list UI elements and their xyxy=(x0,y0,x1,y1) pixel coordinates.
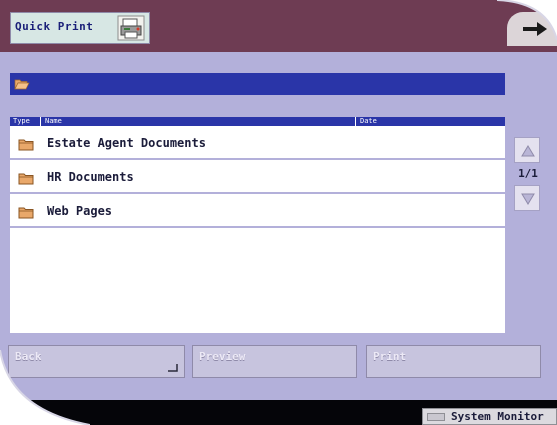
list-item[interactable]: Web Pages xyxy=(10,195,505,228)
column-header-type[interactable]: Type xyxy=(13,117,30,126)
column-header-date[interactable]: Date xyxy=(360,117,377,126)
folder-open-icon xyxy=(14,79,30,90)
column-separator xyxy=(355,117,356,126)
page-indicator: 1/1 xyxy=(518,167,538,180)
list-item-name: HR Documents xyxy=(47,170,134,184)
preview-button[interactable]: Preview xyxy=(192,345,357,378)
file-list: Type Name Date Estate Agent Documents HR… xyxy=(10,117,505,333)
arrow-down-icon xyxy=(521,193,535,205)
folder-icon xyxy=(18,173,34,185)
quick-print-tab[interactable]: Quick Print xyxy=(10,12,150,44)
print-button[interactable]: Print xyxy=(366,345,541,378)
list-header: Type Name Date xyxy=(10,117,505,126)
exit-arrow-icon xyxy=(523,22,547,36)
printer-icon xyxy=(117,15,145,41)
system-monitor-icon xyxy=(427,413,445,421)
list-item-name: Estate Agent Documents xyxy=(47,136,206,150)
folder-icon xyxy=(18,207,34,219)
device-screen: Quick Print Type Name Date Estate Agent … xyxy=(0,0,557,425)
list-item-name: Web Pages xyxy=(47,204,113,218)
current-path-bar xyxy=(10,73,505,95)
preview-button-label: Preview xyxy=(199,350,246,363)
quick-print-label: Quick Print xyxy=(15,20,94,33)
column-separator xyxy=(40,117,41,126)
list-item[interactable]: HR Documents xyxy=(10,161,505,194)
back-button-label: Back xyxy=(15,350,42,363)
folder-icon xyxy=(18,139,34,151)
system-monitor-label: System Monitor xyxy=(451,410,544,423)
back-button[interactable]: Back xyxy=(8,345,185,378)
column-header-name[interactable]: Name xyxy=(45,117,62,126)
system-monitor-button[interactable]: System Monitor xyxy=(422,408,557,425)
scroll-up-button[interactable] xyxy=(514,137,540,163)
print-button-label: Print xyxy=(373,350,407,363)
scroll-down-button[interactable] xyxy=(514,185,540,211)
list-item[interactable]: Estate Agent Documents xyxy=(10,127,505,160)
exit-button[interactable] xyxy=(507,12,557,46)
return-corner-icon xyxy=(168,364,178,372)
arrow-up-icon xyxy=(521,145,535,157)
